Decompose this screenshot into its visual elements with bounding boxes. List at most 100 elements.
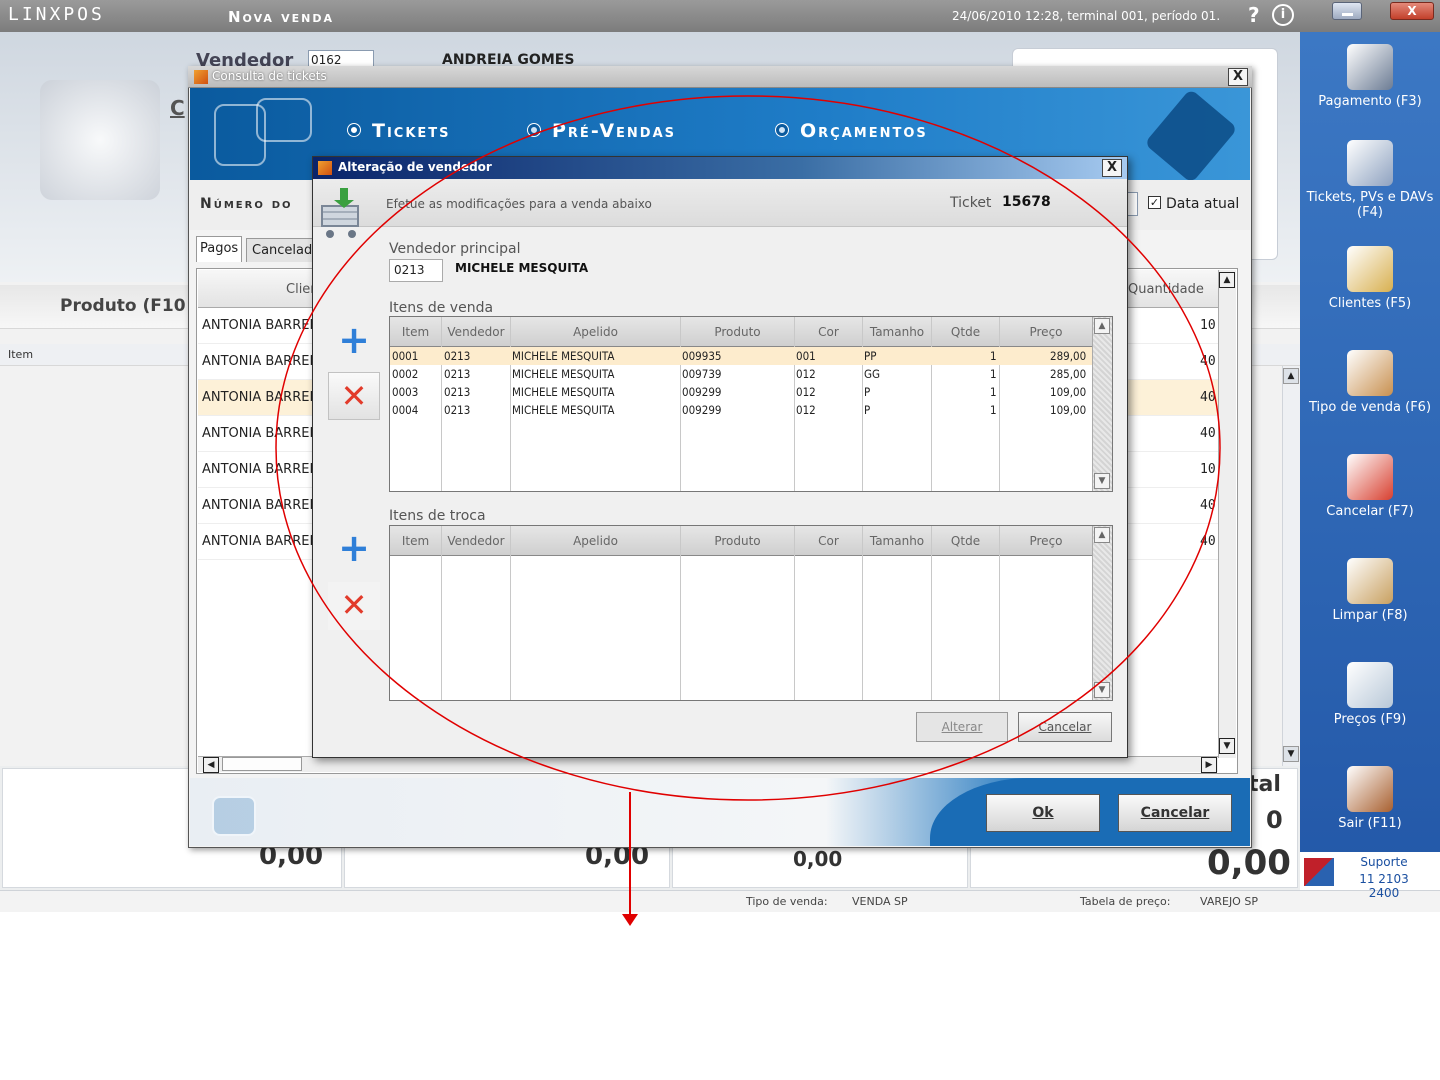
col-produto-header[interactable]: Produto [681, 534, 794, 548]
sidebar-item-label: Pagamento (F3) [1318, 94, 1422, 109]
data-atual-checkbox[interactable]: ✓ [1148, 196, 1161, 209]
sidebar-item-precos[interactable]: Preços (F9) [1300, 662, 1440, 727]
col-produto-header[interactable]: Produto [681, 325, 794, 339]
radio-orcamentos[interactable] [776, 124, 788, 136]
alteracao-cancel-button[interactable]: Cancelar [1018, 712, 1112, 742]
add-troca-item-button[interactable]: + [328, 526, 380, 574]
col-preco-header[interactable]: Preço [1000, 534, 1092, 548]
vendedor-principal-label: Vendedor principal [389, 241, 521, 257]
consulta-title: Consulta de tickets [212, 69, 327, 83]
radio-pre-vendas[interactable] [528, 124, 540, 136]
action-sidebar: Pagamento (F3) Tickets, PVs e DAVs (F4) … [1300, 32, 1440, 890]
col-qtde-header[interactable]: Qtde [932, 325, 999, 339]
table-row[interactable]: 0004 0213 MICHELE MESQUITA 009299 012 P … [390, 401, 1092, 419]
ticket-number: 15678 [1002, 194, 1051, 210]
sidebar-item-limpar[interactable]: Limpar (F8) [1300, 558, 1440, 623]
total-value: 0,00 [793, 847, 843, 871]
sidebar-item-pagamento[interactable]: Pagamento (F3) [1300, 44, 1440, 109]
exit-door-icon [1347, 766, 1393, 812]
itens-troca-scrollbar[interactable] [1092, 526, 1112, 700]
cell-quantidade: 40 [1200, 354, 1216, 369]
table-row[interactable]: 0002 0213 MICHELE MESQUITA 009739 012 GG… [390, 365, 1092, 383]
cell-quantidade: 10 [1200, 462, 1216, 477]
scroll-right-arrow-icon[interactable]: ▶ [1201, 757, 1217, 773]
radio-orcamentos-label[interactable]: Orçamentos [800, 120, 928, 142]
col-tamanho-header[interactable]: Tamanho [863, 534, 931, 548]
scroll-up-arrow-icon[interactable]: ▲ [1094, 527, 1110, 543]
sidebar-item-clientes[interactable]: Clientes (F5) [1300, 246, 1440, 311]
sidebar-item-label: Tipo de venda (F6) [1308, 400, 1432, 415]
sale-type-icon [1347, 350, 1393, 396]
clients-icon [1347, 246, 1393, 292]
consulta-cancel-button[interactable]: Cancelar [1118, 794, 1232, 832]
col-apelido-header[interactable]: Apelido [511, 325, 680, 339]
col-quantidade-header[interactable]: Quantidade [1128, 282, 1204, 297]
remove-troca-item-button[interactable]: ✕ [328, 582, 380, 630]
ok-button[interactable]: Ok [986, 794, 1100, 832]
produto-label[interactable]: Produto (F10 [60, 296, 186, 316]
col-cor-header[interactable]: Cor [795, 325, 862, 339]
cell-produto: 009299 [682, 403, 722, 417]
status-tabela-value: VAREJO SP [1200, 895, 1258, 908]
tickets-grid-hscroll[interactable] [198, 756, 1218, 772]
alteracao-close-button[interactable]: X [1102, 159, 1122, 177]
scroll-left-arrow-icon[interactable]: ◀ [203, 757, 219, 773]
sidebar-item-label: Preços (F9) [1333, 712, 1407, 727]
col-item-header[interactable]: Item [390, 534, 441, 548]
sidebar-item-tipo-venda[interactable]: Tipo de venda (F6) [1300, 350, 1440, 415]
col-apelido-header[interactable]: Apelido [511, 534, 680, 548]
info-icon[interactable]: i [1272, 4, 1294, 26]
cell-produto: 009739 [682, 367, 722, 381]
col-preco-header[interactable]: Preço [1000, 325, 1092, 339]
consulta-titlebar [188, 66, 1252, 88]
data-atual-label[interactable]: Data atual [1166, 196, 1239, 212]
col-qtde-header[interactable]: Qtde [932, 534, 999, 548]
radio-tickets-label[interactable]: Tickets [372, 120, 451, 142]
sidebar-item-tickets[interactable]: Tickets, PVs e DAVs (F4) [1300, 140, 1440, 220]
cell-item: 0001 [392, 349, 419, 363]
items-scrollbar[interactable] [1282, 366, 1300, 766]
col-vendedor-header[interactable]: Vendedor [442, 534, 510, 548]
col-tamanho-header[interactable]: Tamanho [863, 325, 931, 339]
tickets-grid-vscroll[interactable] [1218, 270, 1236, 758]
add-venda-item-button[interactable]: + [328, 318, 380, 366]
col-item-header[interactable]: Item [390, 325, 441, 339]
scroll-down-arrow-icon[interactable]: ▼ [1094, 473, 1110, 489]
tab-cancelados[interactable]: Cancelado [246, 238, 316, 262]
cell-cliente: ANTONIA BARREI [202, 462, 314, 477]
support-phone: 11 2103 2400 [1359, 872, 1409, 900]
cart-art-icon [40, 80, 160, 200]
col-vendedor-header[interactable]: Vendedor [442, 325, 510, 339]
cell-qtde: 1 [990, 367, 997, 381]
scroll-up-arrow-icon[interactable]: ▲ [1219, 272, 1235, 288]
cell-quantidade: 40 [1200, 426, 1216, 441]
scroll-up-arrow-icon[interactable]: ▲ [1283, 368, 1299, 384]
scroll-up-arrow-icon[interactable]: ▲ [1094, 318, 1110, 334]
minimize-button[interactable] [1332, 2, 1362, 20]
col-cor-header[interactable]: Cor [795, 534, 862, 548]
plus-icon: + [338, 318, 370, 362]
alterar-button[interactable]: Alterar [916, 712, 1008, 742]
table-row[interactable]: 0001 0213 MICHELE MESQUITA 009935 001 PP… [390, 347, 1092, 365]
itens-venda-scrollbar[interactable] [1092, 317, 1112, 491]
cell-vendedor: 0213 [444, 385, 471, 399]
radio-tickets[interactable] [348, 124, 360, 136]
scroll-down-arrow-icon[interactable]: ▼ [1219, 738, 1235, 754]
tab-pagos[interactable]: Pagos [196, 236, 242, 262]
cell-cor: 001 [796, 349, 816, 363]
radio-pre-vendas-label[interactable]: Pré-Vendas [552, 120, 676, 142]
table-row[interactable]: 0003 0213 MICHELE MESQUITA 009299 012 P … [390, 383, 1092, 401]
sidebar-item-sair[interactable]: Sair (F11) [1300, 766, 1440, 831]
remove-venda-item-button[interactable]: ✕ [328, 372, 380, 420]
cell-apelido: MICHELE MESQUITA [512, 403, 615, 417]
vendedor-principal-input[interactable]: 0213 [389, 259, 443, 282]
item-column-header: Item [8, 348, 34, 361]
scroll-down-arrow-icon[interactable]: ▼ [1094, 682, 1110, 698]
window-close-button[interactable]: X [1390, 2, 1434, 20]
consulta-close-button[interactable]: X [1228, 68, 1248, 86]
hscroll-thumb[interactable] [222, 757, 302, 771]
sidebar-item-cancelar[interactable]: Cancelar (F7) [1300, 454, 1440, 519]
cell-quantidade: 10 [1200, 318, 1216, 333]
help-icon[interactable]: ? [1248, 3, 1260, 27]
scroll-down-arrow-icon[interactable]: ▼ [1283, 746, 1299, 762]
